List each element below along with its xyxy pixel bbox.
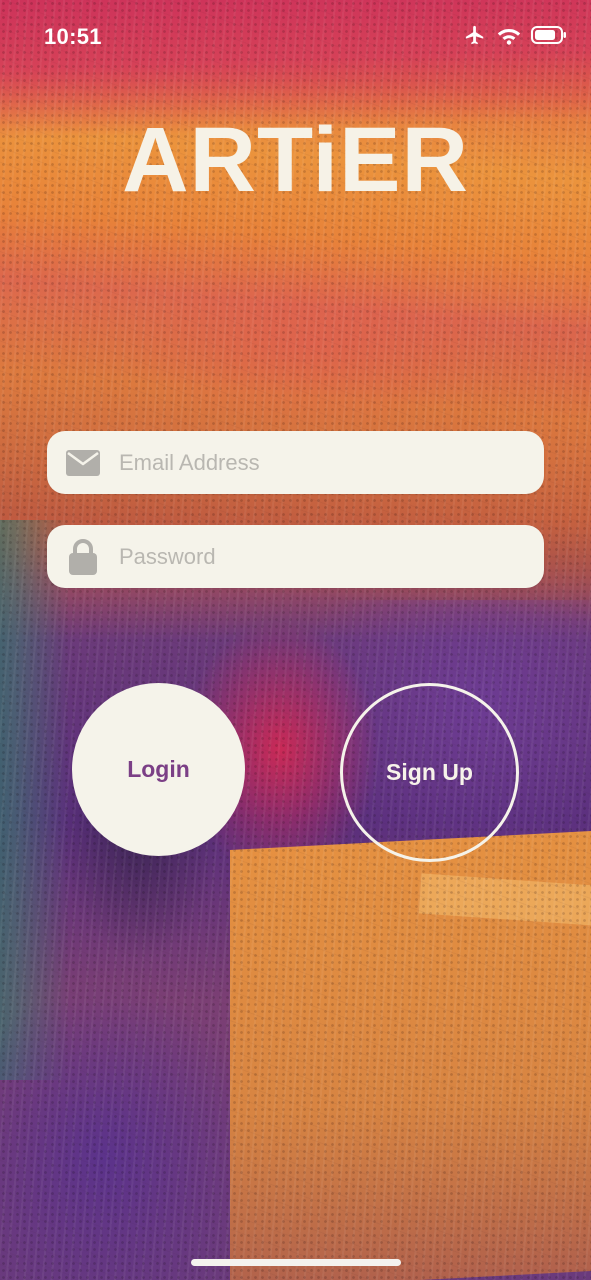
email-input[interactable] <box>119 431 519 494</box>
password-input[interactable] <box>119 525 519 588</box>
email-field[interactable] <box>47 431 544 494</box>
status-icons <box>463 24 567 46</box>
login-button[interactable]: Login <box>72 683 245 856</box>
home-indicator[interactable] <box>191 1259 401 1266</box>
password-field[interactable] <box>47 525 544 588</box>
app-logo: ARTiER <box>122 109 469 211</box>
battery-icon <box>531 25 567 45</box>
lock-icon <box>47 538 119 575</box>
status-bar: 10:51 <box>0 0 591 72</box>
airplane-icon <box>463 24 487 46</box>
status-time: 10:51 <box>44 24 102 49</box>
wifi-icon <box>497 25 521 45</box>
signup-button[interactable]: Sign Up <box>340 683 519 862</box>
login-screen: 10:51 ARTiER Email Address Login Sign Up <box>0 0 591 1280</box>
envelope-icon <box>47 449 119 476</box>
